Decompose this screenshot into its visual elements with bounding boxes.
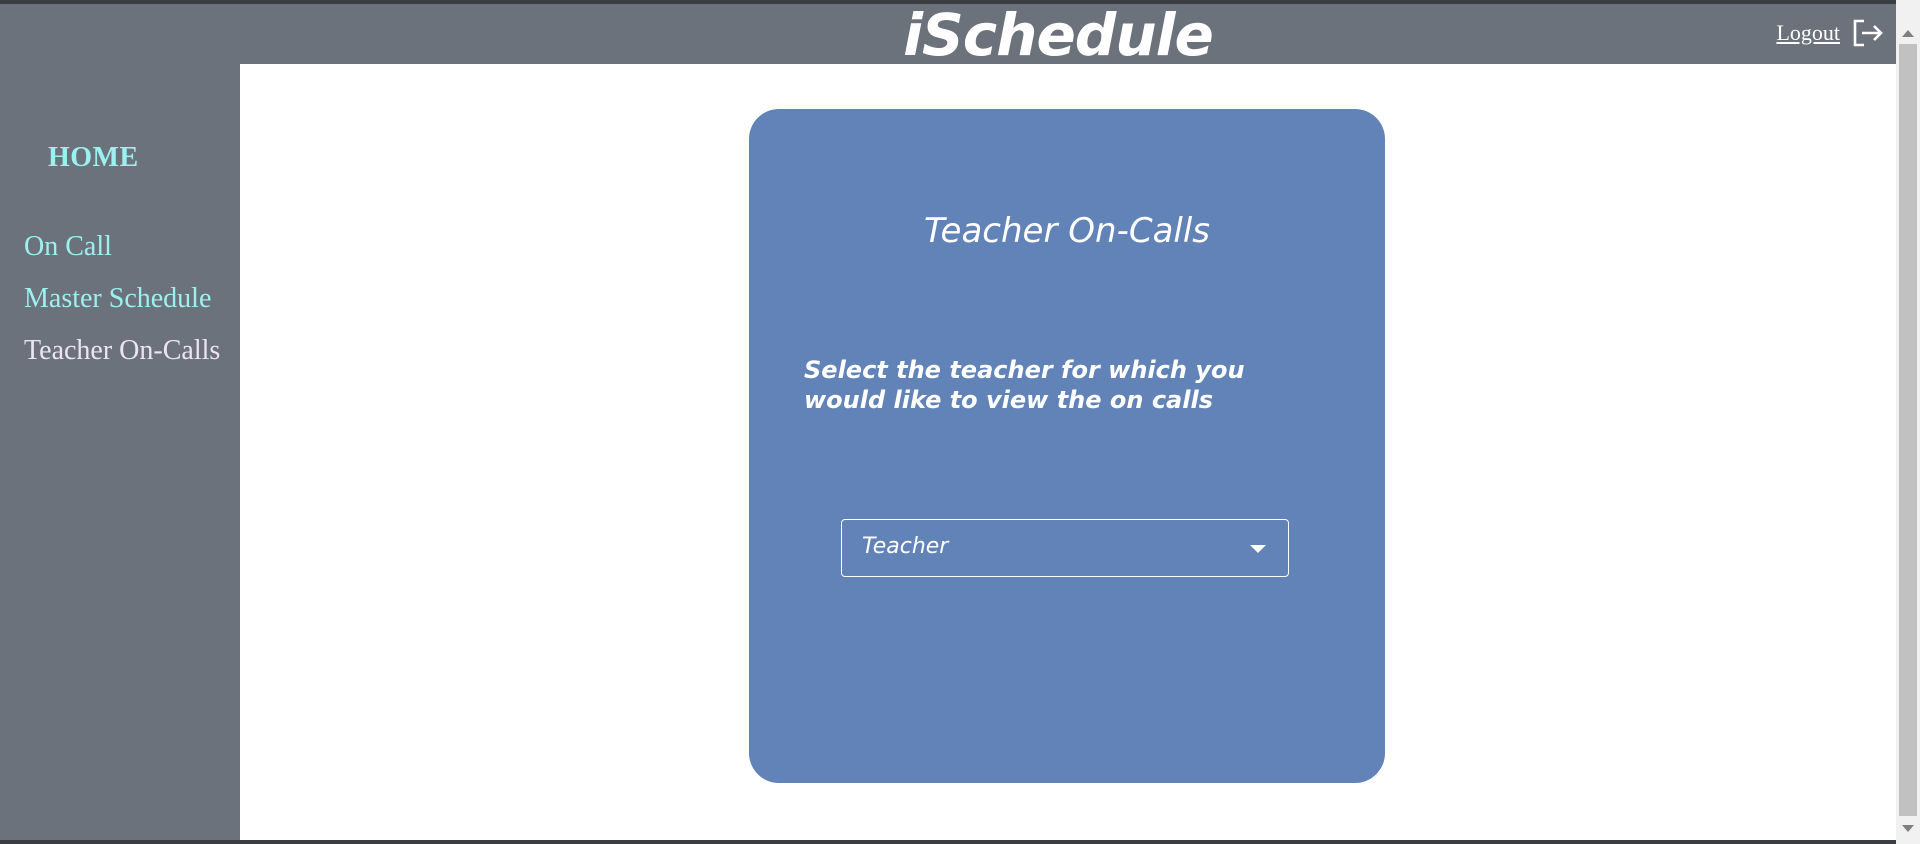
sidebar-home-link[interactable]: HOME <box>48 142 139 174</box>
app-window: iSchedule Logout HOME On Call Master Sch… <box>0 0 1896 844</box>
sidebar-item-master-schedule[interactable]: Master Schedule <box>24 282 234 316</box>
card-title: Teacher On-Calls <box>923 211 1211 251</box>
sidebar: HOME On Call Master Schedule Teacher On-… <box>0 64 240 844</box>
logout-icon[interactable] <box>1852 18 1884 48</box>
chevron-down-icon <box>1250 545 1266 553</box>
sidebar-item-teacher-on-calls[interactable]: Teacher On-Calls <box>24 334 234 368</box>
window-bottom-border <box>0 840 1896 844</box>
teacher-on-calls-card: Teacher On-Calls Select the teacher for … <box>749 109 1385 783</box>
vertical-scrollbar[interactable] <box>1896 0 1920 844</box>
scrollbar-thumb[interactable] <box>1899 44 1917 816</box>
logout-area: Logout <box>1776 18 1884 48</box>
header-bar: iSchedule Logout <box>0 1 1896 69</box>
scroll-down-icon[interactable] <box>1902 825 1914 832</box>
window-top-border <box>0 0 1920 4</box>
app-title: iSchedule <box>903 1 1214 69</box>
sidebar-item-on-call[interactable]: On Call <box>24 230 234 264</box>
teacher-select-value: Teacher <box>862 534 949 559</box>
card-description: Select the teacher for which you would l… <box>804 356 1245 414</box>
teacher-select[interactable]: Teacher <box>841 519 1289 577</box>
scroll-up-icon[interactable] <box>1902 30 1914 37</box>
logout-link[interactable]: Logout <box>1776 20 1840 46</box>
main-content: Teacher On-Calls Select the teacher for … <box>240 64 1896 844</box>
